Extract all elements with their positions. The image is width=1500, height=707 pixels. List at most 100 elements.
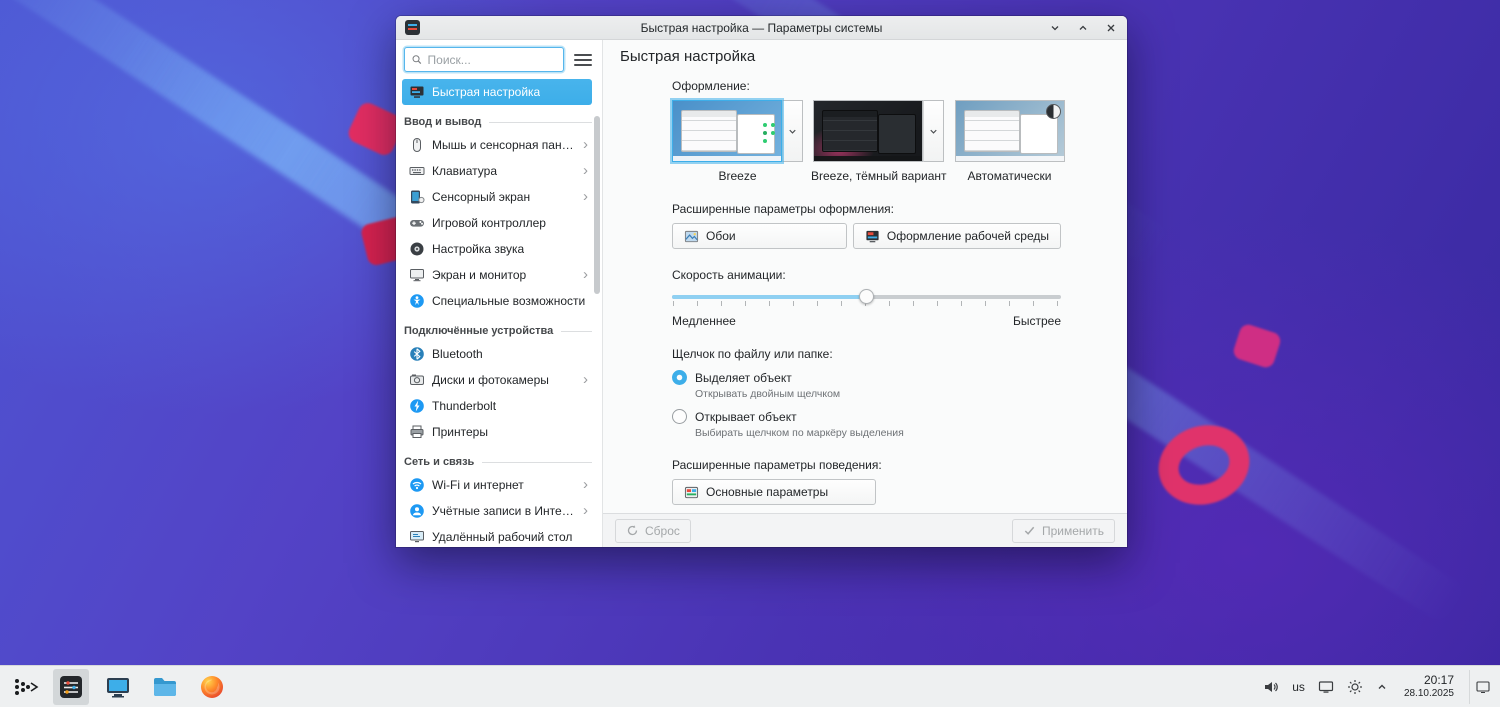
system-settings-icon	[60, 675, 82, 698]
tray-expand-icon[interactable]	[1376, 681, 1388, 693]
taskbar-task-system-settings[interactable]	[53, 668, 89, 705]
click-behavior-label: Щелчок по файлу или папке:	[672, 347, 833, 361]
close-button[interactable]	[1104, 21, 1118, 35]
hamburger-menu-button[interactable]	[570, 48, 596, 72]
sidebar-item-accessibility[interactable]: Специальные возможности	[402, 288, 592, 314]
sidebar-item-remote-desktop[interactable]: Удалённый рабочий стол	[402, 524, 592, 547]
sidebar-item-quick-settings[interactable]: Быстрая настройка	[402, 79, 592, 105]
click-behavior-group: Щелчок по файлу или папке: Выделяет объе…	[672, 347, 1111, 439]
volume-icon[interactable]	[1263, 679, 1279, 695]
desktop-wallpaper: Быстрая настройка — Параметры системы По…	[0, 0, 1500, 707]
radio-select-object[interactable]: Выделяет объект	[672, 370, 1111, 385]
theme-dropdown-breeze-dark[interactable]	[923, 100, 945, 162]
system-tray: us 20:17 28.10.2025	[1263, 669, 1495, 704]
titlebar[interactable]: Быстрая настройка — Параметры системы	[396, 16, 1127, 40]
sidebar-item-wifi[interactable]: Wi-Fi и интернет ›	[402, 472, 592, 498]
animation-speed-group: Скорость анимации: Медленнее Быстрее	[672, 268, 1111, 328]
monitor-app-icon	[107, 677, 129, 697]
reset-button[interactable]: Сброс	[615, 518, 691, 543]
sidebar-item-display[interactable]: Экран и монитор ›	[402, 262, 592, 288]
radio-open-subtext: Выбирать щелчком по маркёру выделения	[695, 427, 904, 439]
show-desktop-button[interactable]	[1469, 669, 1495, 704]
clock-date: 28.10.2025	[1403, 687, 1454, 699]
sidebar-item-thunderbolt[interactable]: Thunderbolt	[402, 393, 592, 419]
theme-preview-breeze-dark[interactable]	[813, 100, 924, 162]
theme-preview-automatic[interactable]	[954, 100, 1065, 162]
audio-icon	[408, 241, 425, 258]
quick-settings-icon	[408, 84, 425, 101]
appearance-group: Оформление: Breeze Breeze, тёмный вариан…	[672, 79, 1111, 183]
firefox-icon	[201, 675, 223, 698]
apply-button[interactable]: Применить	[1011, 518, 1115, 543]
search-input[interactable]	[427, 52, 557, 67]
theme-preview-breeze[interactable]	[672, 100, 782, 162]
chevron-right-icon: ›	[583, 475, 588, 493]
clock-time: 20:17	[1423, 672, 1454, 687]
sidebar-item-printers[interactable]: Принтеры	[402, 419, 592, 445]
chevron-right-icon: ›	[583, 161, 588, 179]
slider-slow-label: Медленнее	[672, 314, 736, 328]
printer-icon	[408, 424, 425, 441]
theme-card-automatic[interactable]: Автоматически	[954, 100, 1065, 183]
sidebar-item-mouse[interactable]: Мышь и сенсорная панель ›	[402, 132, 592, 158]
wallpaper-icon	[684, 230, 699, 242]
taskbar-task-firefox[interactable]	[194, 669, 230, 705]
sidebar-scrollbar[interactable]	[594, 116, 600, 294]
sidebar-list: Быстрая настройка Ввод и вывод Мышь и се…	[396, 77, 602, 547]
search-icon	[412, 55, 422, 64]
sidebar-item-touchscreen[interactable]: Сенсорный экран ›	[402, 184, 592, 210]
content-scroll-area: Оформление: Breeze Breeze, тёмный вариан…	[603, 73, 1127, 513]
keyboard-layout-indicator[interactable]: us	[1292, 680, 1305, 694]
slider-fast-label: Быстрее	[1012, 314, 1061, 328]
bluetooth-icon	[408, 346, 425, 363]
animation-speed-slider[interactable]	[672, 289, 1061, 307]
radio-open-object[interactable]: Открывает объект	[672, 409, 1111, 424]
slider-handle[interactable]	[858, 289, 874, 304]
application-launcher-button[interactable]	[8, 670, 42, 704]
accessibility-icon	[408, 293, 425, 310]
radio-select-subtext: Открывать двойным щелчком	[695, 388, 841, 400]
sidebar-section-connected-devices: Подключённые устройства	[404, 325, 592, 337]
chevron-right-icon: ›	[583, 501, 588, 519]
display-tray-icon[interactable]	[1318, 679, 1334, 695]
advanced-appearance-label: Расширенные параметры оформления:	[672, 202, 894, 216]
mouse-icon	[408, 137, 425, 154]
maximize-button[interactable]	[1076, 21, 1090, 35]
sidebar-item-bluetooth[interactable]: Bluetooth	[402, 341, 592, 367]
sidebar-item-keyboard[interactable]: Клавиатура ›	[402, 158, 592, 184]
general-behavior-button[interactable]: Основные параметры	[672, 479, 876, 505]
online-accounts-icon	[408, 503, 425, 520]
theme-card-breeze[interactable]: Breeze	[672, 100, 803, 183]
wallpaper-button[interactable]: Обои	[672, 223, 847, 249]
sidebar-item-disks-cameras[interactable]: Диски и фотокамеры ›	[402, 367, 592, 393]
taskbar-task-file-manager[interactable]	[147, 669, 183, 705]
chevron-down-icon	[789, 129, 796, 134]
theme-dropdown-breeze[interactable]	[782, 100, 803, 162]
taskbar: us 20:17 28.10.2025	[0, 665, 1500, 707]
wallpaper-blob	[1231, 322, 1283, 370]
chevron-right-icon: ›	[583, 187, 588, 205]
settings-sidebar: Быстрая настройка Ввод и вывод Мышь и се…	[396, 40, 602, 547]
sidebar-item-audio[interactable]: Настройка звука	[402, 236, 592, 262]
search-field[interactable]	[404, 47, 564, 72]
advanced-behavior-label: Расширенные параметры поведения:	[672, 458, 882, 472]
sidebar-item-online-accounts[interactable]: Учётные записи в Интерне... ›	[402, 498, 592, 524]
check-icon	[1024, 526, 1035, 535]
auto-theme-badge-icon	[1045, 104, 1061, 119]
advanced-appearance-group: Расширенные параметры оформления: Обои О…	[672, 202, 1111, 249]
taskbar-task-app[interactable]	[100, 669, 136, 705]
clock-widget[interactable]: 20:17 28.10.2025	[1403, 672, 1454, 699]
content-footer: Сброс Применить	[603, 513, 1127, 547]
desktop-theme-button[interactable]: Оформление рабочей среды	[852, 223, 1061, 249]
brightness-icon[interactable]	[1347, 679, 1363, 695]
window-title: Быстрая настройка — Параметры системы	[640, 20, 883, 35]
radio-button-unchecked[interactable]	[672, 409, 687, 424]
page-title: Быстрая настройка	[620, 48, 756, 65]
radio-button-checked[interactable]	[672, 370, 687, 385]
thunderbolt-icon	[408, 398, 425, 415]
minimize-button[interactable]	[1048, 21, 1062, 35]
desktop-theme-icon	[866, 230, 879, 242]
advanced-behavior-group: Расширенные параметры поведения: Основны…	[672, 458, 1111, 505]
theme-card-breeze-dark[interactable]: Breeze, тёмный вариант	[811, 100, 947, 183]
sidebar-item-game-controller[interactable]: Игровой контроллер	[402, 210, 592, 236]
